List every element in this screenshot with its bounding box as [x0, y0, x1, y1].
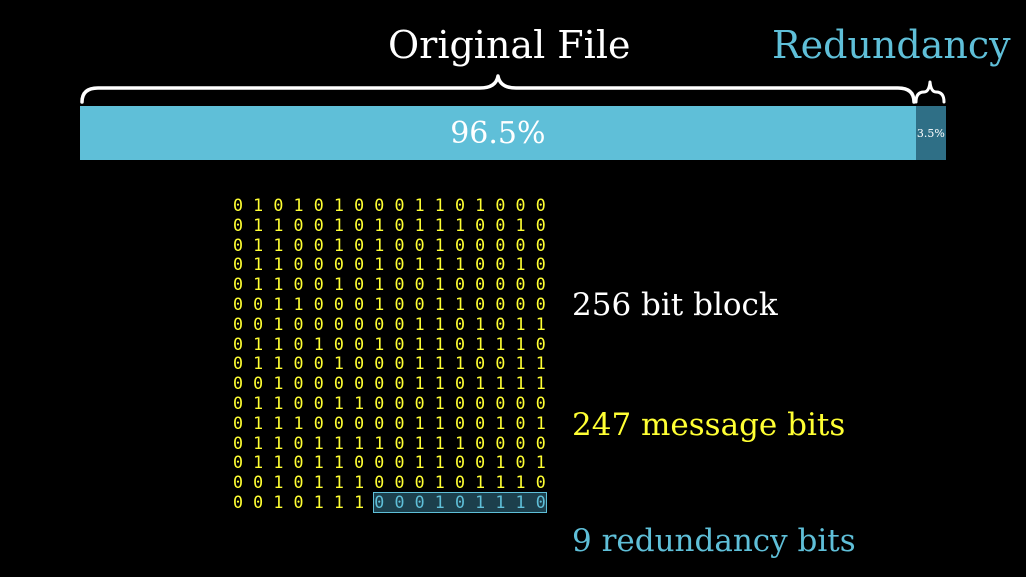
- redundancy-segment: 3.5%: [915, 106, 946, 160]
- bit-row: 0 0 1 0 1 1 1 0 0 0 1 0 1 1 1 0: [233, 473, 546, 493]
- bit-row: 0 1 1 0 1 0 0 1 0 1 1 0 1 1 1 0: [233, 334, 546, 354]
- bit-row: 0 1 1 0 0 1 0 1 0 0 1 0 0 0 0 0: [233, 275, 546, 295]
- bit-row: 0 1 1 0 0 1 0 1 0 1 1 1 0 0 1 0: [233, 215, 546, 235]
- message-bits-label: 247 message bits: [572, 407, 846, 443]
- original-file-segment: 96.5%: [80, 106, 916, 160]
- bit-block-label: 256 bit block: [572, 287, 778, 323]
- bit-block-grid: 0 1 0 1 0 1 0 0 0 1 1 0 1 0 0 00 1 1 0 0…: [233, 196, 547, 513]
- bit-row: 0 0 1 0 1 1 1 0 0 0 1 0 1 1 1 0: [233, 491, 547, 513]
- braces-graphic: [80, 74, 946, 104]
- bit-row: 0 1 0 1 0 1 0 0 0 1 1 0 1 0 0 0: [233, 196, 546, 215]
- bit-row: 0 0 1 1 0 0 0 1 0 0 1 1 0 0 0 0: [233, 294, 546, 314]
- bit-row: 0 0 1 0 0 0 0 0 0 1 1 0 1 1 1 1: [233, 374, 546, 394]
- bit-row: 0 1 1 0 0 0 0 1 0 1 1 1 0 0 1 0: [233, 255, 546, 275]
- redundancy-bits-label: 9 redundancy bits: [572, 523, 856, 559]
- bit-row: 0 1 1 0 0 1 0 0 0 1 1 1 0 0 1 1: [233, 354, 546, 374]
- bit-row: 0 1 1 1 0 0 0 0 0 1 1 0 0 1 0 1: [233, 413, 546, 433]
- bit-row: 0 1 1 0 0 1 1 0 0 0 1 0 0 0 0 0: [233, 393, 546, 413]
- file-bar: 96.5% 3.5%: [80, 106, 946, 160]
- redundancy-bits-highlight: 0 0 0 1 0 1 1 1 0: [373, 491, 547, 513]
- original-file-brace: [80, 74, 916, 104]
- original-file-percent: 96.5%: [450, 115, 546, 151]
- bit-row: 0 1 1 0 0 1 0 1 0 0 1 0 0 0 0 0: [233, 235, 546, 255]
- bit-row: 0 1 1 0 1 1 0 0 0 1 1 0 0 1 0 1: [233, 453, 546, 473]
- redundancy-brace: [914, 80, 946, 104]
- bit-row: 0 0 1 0 0 0 0 0 0 1 1 0 1 0 1 1: [233, 314, 546, 334]
- message-bits: 0 0 1 0 1 1 1: [233, 492, 375, 512]
- bit-row: 0 1 1 0 1 1 1 1 0 1 1 1 0 0 0 0: [233, 433, 546, 453]
- redundancy-percent: 3.5%: [916, 126, 945, 140]
